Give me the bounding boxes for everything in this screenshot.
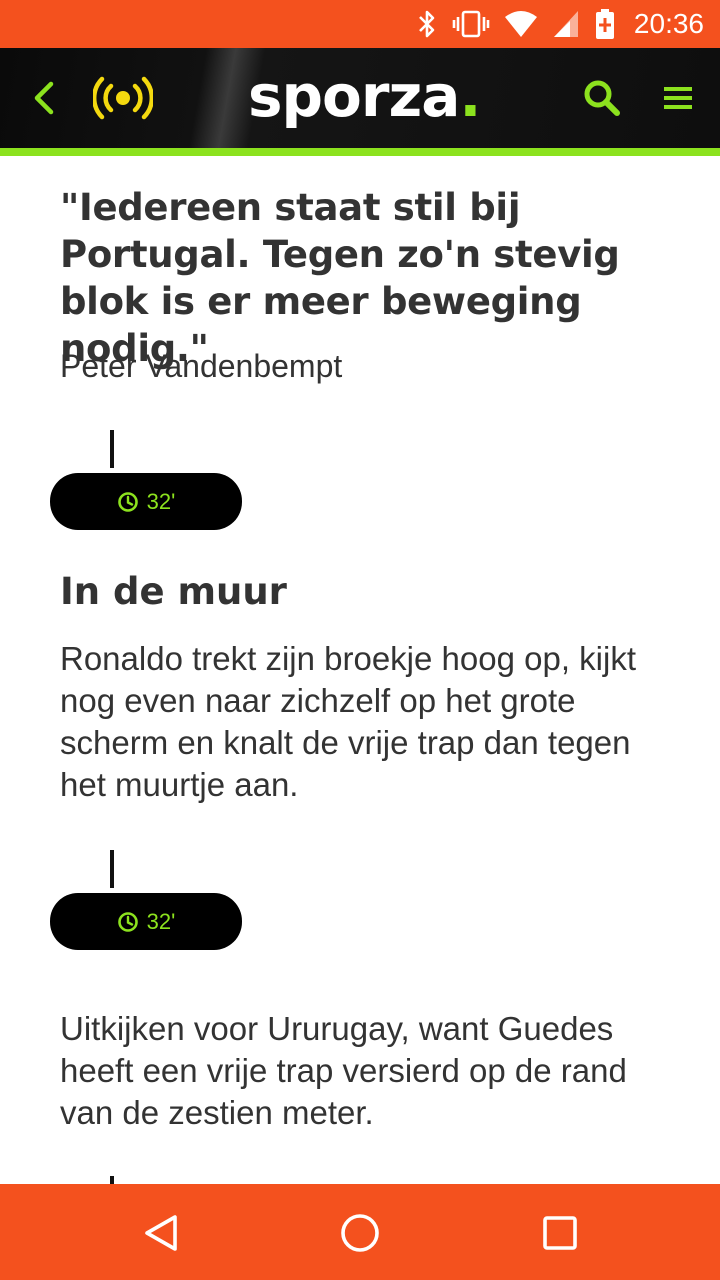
menu-button[interactable] [656,72,700,124]
nav-recent-apps-button[interactable] [535,1208,585,1258]
back-button[interactable] [20,72,68,124]
hamburger-menu-icon [664,87,692,109]
quote-text: "Iedereen staat stil bij Portugal. Tegen… [60,186,620,370]
status-clock: 20:36 [633,8,704,39]
timeline-line [110,430,114,468]
vibrate-icon [452,10,490,38]
bluetooth-icon [419,10,435,38]
app-bar-accent-line [0,148,720,156]
search-icon [584,80,620,116]
status-bar: 20:36 [0,0,720,48]
nav-home-button[interactable] [335,1208,385,1258]
post-body: Ronaldo trekt zijn broekje hoog op, kijk… [60,640,636,803]
clock-icon [117,491,138,512]
time-badge: 32' [50,893,242,950]
time-badge: 32' [50,473,242,530]
status-icons: 20:36 [416,0,704,48]
home-circle-icon [341,1214,379,1252]
app-bar: sporza. [0,48,720,148]
quote-author: Peter Vandenbempt [60,348,343,384]
logo-text: sporza [248,62,460,130]
wifi-icon [504,11,537,37]
post-body: Uitkijken voor Ururugay, want Guedes hee… [60,1010,627,1131]
timeline-line [110,1176,114,1184]
live-broadcast-icon [93,76,153,120]
nav-back-button[interactable] [136,1208,186,1258]
back-triangle-icon [145,1215,177,1251]
logo-dot: . [459,62,481,130]
chevron-left-icon [34,81,54,115]
signal-icon [553,11,578,37]
live-button[interactable] [92,72,154,124]
liveblog-content[interactable]: "Iedereen staat stil bij Portugal. Tegen… [0,156,720,1184]
recent-apps-square-icon [543,1216,577,1250]
post-title: In de muur [60,570,287,613]
battery-charging-icon [595,9,614,39]
navigation-bar [0,1184,720,1280]
time-label: 32' [146,488,176,514]
time-label: 32' [146,908,176,934]
timeline-line [110,850,114,888]
clock-icon [117,911,138,932]
search-button[interactable] [578,72,626,124]
sporza-logo[interactable]: sporza. [248,62,481,130]
